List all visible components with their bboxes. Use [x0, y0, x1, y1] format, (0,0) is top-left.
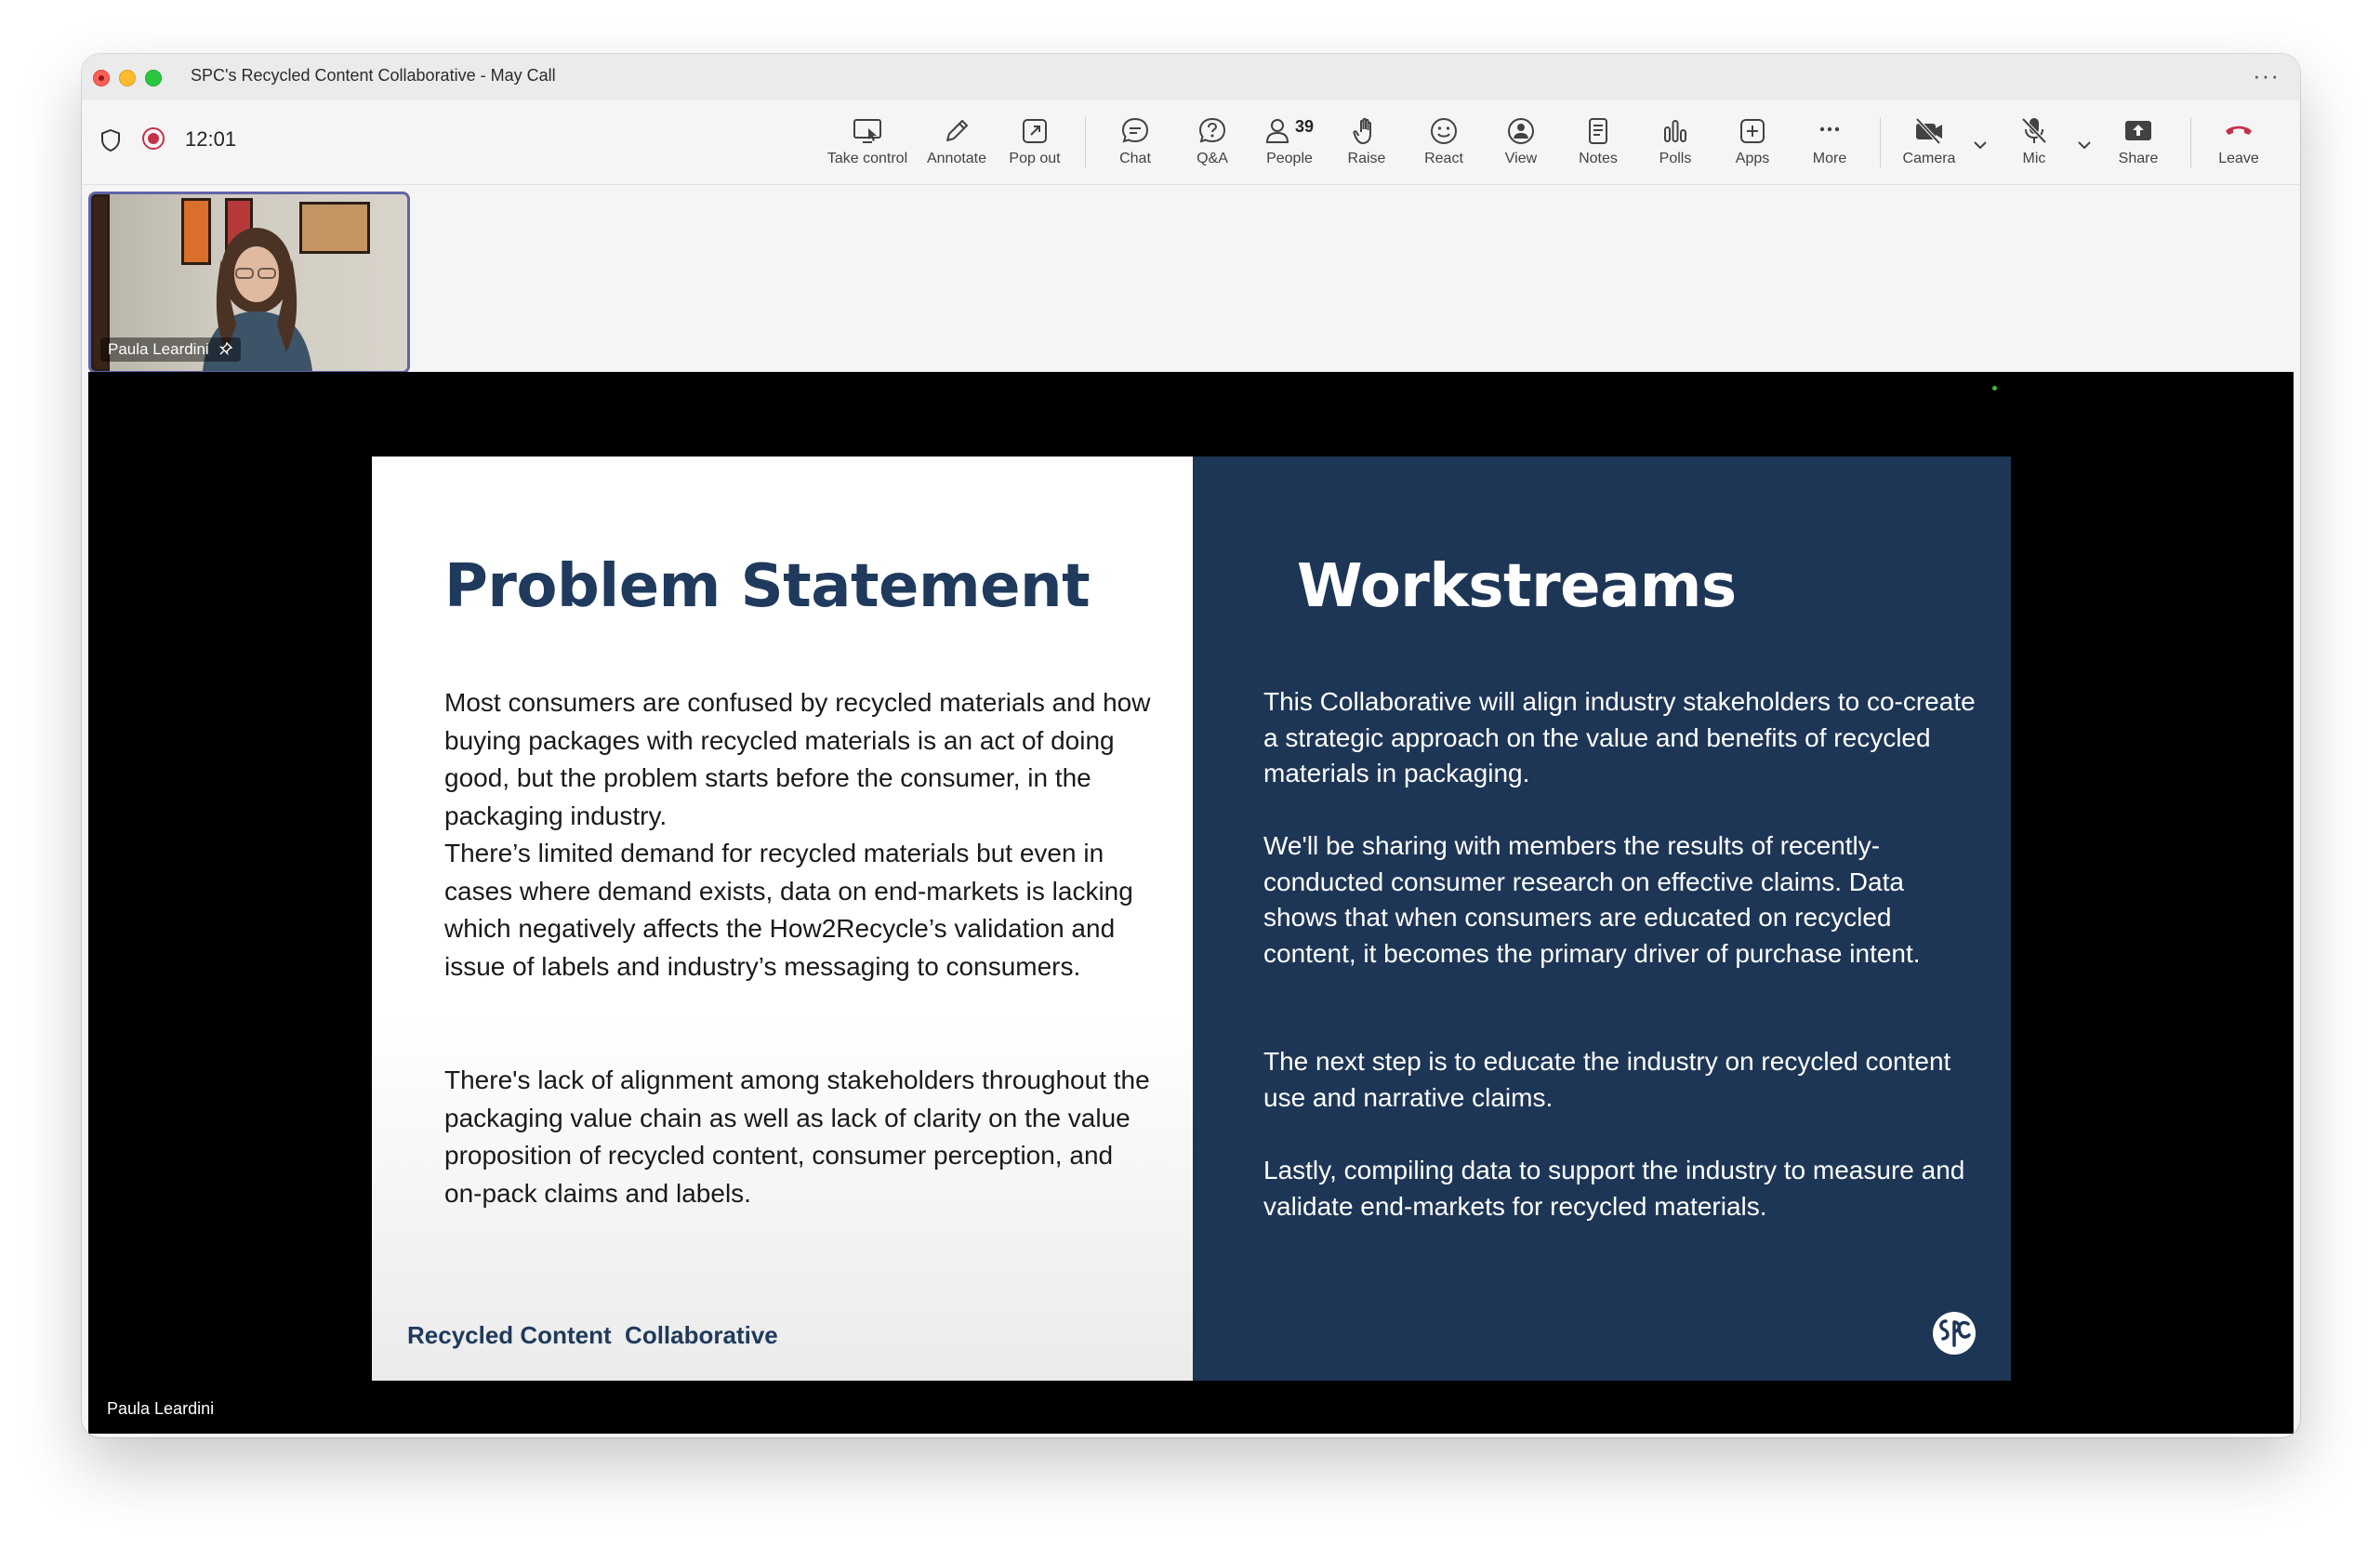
take-control-button[interactable]: Take control — [821, 110, 914, 177]
pen-icon — [946, 120, 968, 141]
participant-name-tag: Paula Leardini — [100, 337, 242, 362]
problem-paragraph-1: Most consumers are confused by recycled … — [444, 688, 1151, 830]
mic-label: Mic — [2022, 151, 2046, 166]
presentation-slide: Problem Statement Most consumers are con… — [372, 456, 2011, 1381]
pop-out-button[interactable]: Pop out — [988, 110, 1081, 177]
leave-label: Leave — [2218, 151, 2259, 166]
camera-button[interactable]: Camera — [1883, 110, 1976, 177]
collaborative-brand: Recycled Content Collaborative — [407, 1321, 778, 1349]
workstreams-paragraph-4: Lastly, compiling data to support the in… — [1263, 1156, 1965, 1221]
workstreams-paragraph-1: This Collaborative will align industry s… — [1263, 687, 1976, 787]
meeting-toolbar: 12:01 Take control Annotate Pop out Chat… — [82, 100, 2300, 185]
share-screen-icon — [2125, 121, 2151, 140]
mic-button[interactable]: Mic — [1988, 110, 2081, 177]
share-button[interactable]: Share — [2092, 110, 2185, 177]
add-apps-icon — [1740, 119, 1765, 143]
meeting-window: SPC's Recycled Content Collaborative - M… — [82, 54, 2300, 1437]
close-window-button[interactable] — [93, 70, 110, 86]
toolbar-divider — [1085, 117, 1086, 167]
window-more-icon[interactable]: ··· — [2253, 61, 2280, 90]
view-icon — [1508, 118, 1534, 144]
shield-icon[interactable] — [100, 128, 121, 152]
more-label: More — [1812, 151, 1847, 166]
slide-right-panel: Workstreams This Collaborative will alig… — [1193, 456, 2011, 1381]
camera-options-chevron-icon[interactable] — [1973, 139, 1988, 151]
problem-statement-heading: Problem Statement — [444, 552, 1091, 621]
workstreams-paragraph-3: The next step is to educate the industry… — [1263, 1047, 1951, 1112]
qa-icon — [1198, 117, 1226, 143]
presenter-name-label: Paula Leardini — [107, 1399, 215, 1418]
mic-options-chevron-icon[interactable] — [2077, 139, 2092, 151]
polls-icon — [1664, 120, 1686, 142]
mic-off-icon — [2021, 117, 2047, 144]
slide-left-panel: Problem Statement Most consumers are con… — [372, 456, 1193, 1381]
status-dot-icon — [1992, 386, 1997, 390]
window-title: SPC's Recycled Content Collaborative - M… — [191, 66, 556, 85]
take-control-label: Take control — [826, 151, 908, 166]
hand-icon — [1353, 117, 1371, 144]
leave-button[interactable]: Leave — [2192, 110, 2285, 177]
pop-out-label: Pop out — [1009, 151, 1061, 166]
spc-logo-icon — [1933, 1312, 1976, 1355]
camera-off-icon — [1915, 117, 1942, 145]
problem-paragraph-2: There’s limited demand for recycled mate… — [444, 839, 1133, 981]
notes-icon — [1589, 118, 1607, 144]
toolbar-divider — [1880, 117, 1881, 167]
more-icon — [1819, 126, 1840, 132]
chat-icon — [1121, 117, 1149, 143]
camera-label: Camera — [1902, 151, 1956, 166]
workstreams-heading: Workstreams — [1297, 552, 1737, 621]
people-icon — [1265, 119, 1289, 143]
take-control-icon — [853, 119, 881, 143]
minimize-window-button[interactable] — [119, 70, 136, 86]
more-button[interactable]: More — [1783, 110, 1876, 177]
pin-icon[interactable] — [218, 341, 233, 356]
shared-screen-stage[interactable]: Problem Statement Most consumers are con… — [88, 372, 2294, 1434]
meeting-timer: 12:01 — [185, 127, 237, 151]
recording-indicator-icon[interactable] — [142, 127, 165, 150]
pop-out-icon — [1023, 119, 1047, 143]
participant-video-tile[interactable]: Paula Leardini — [88, 192, 410, 374]
toolbar-divider — [2190, 117, 2191, 167]
problem-paragraph-3: There's lack of alignment among stakehol… — [444, 1065, 1150, 1208]
share-label: Share — [2118, 151, 2159, 166]
title-bar: SPC's Recycled Content Collaborative - M… — [82, 54, 2300, 101]
workstreams-paragraph-2: We'll be sharing with members the result… — [1263, 831, 1921, 968]
participant-name: Paula Leardini — [108, 340, 209, 358]
zoom-window-button[interactable] — [145, 70, 162, 86]
hang-up-icon — [2226, 126, 2252, 135]
smiley-icon — [1431, 118, 1457, 144]
people-count-badge: 39 — [1295, 117, 1315, 136]
